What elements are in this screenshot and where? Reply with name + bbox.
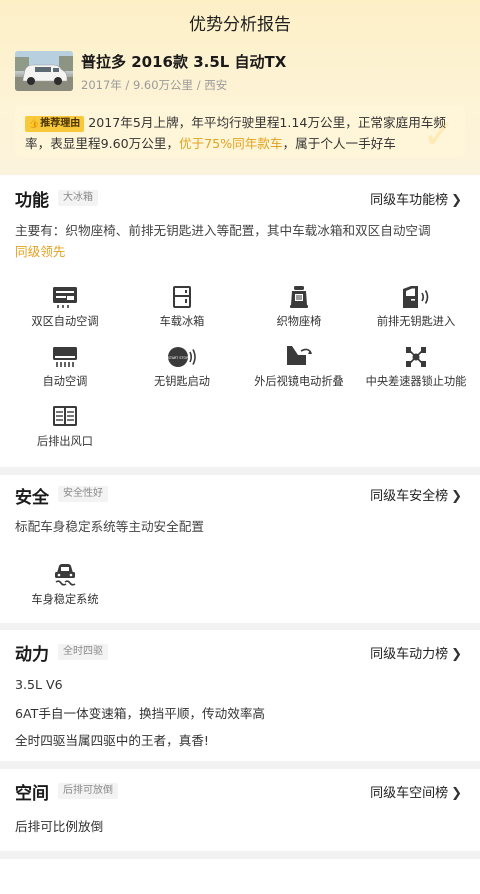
feature-label: 双区自动空调 (31, 315, 99, 328)
feature-label: 车载冰箱 (159, 315, 205, 328)
dual-zone-ac-icon (53, 287, 77, 308)
fabric-seat-icon (290, 286, 308, 308)
function-desc-text: 主要有：织物座椅、前排无钥匙进入等配置，其中车载冰箱和双区自动空调 (15, 223, 431, 238)
chevron-right-icon: ❯ (451, 647, 462, 662)
feature-label: 自动空调 (42, 375, 88, 388)
safety-title: 安全 (15, 488, 49, 508)
chevron-right-icon: ❯ (451, 489, 462, 504)
space-rank-link[interactable]: 同级车空间榜 ❯ (370, 782, 462, 801)
space-badge: 后排可放倒 (58, 783, 118, 799)
car-thumbnail[interactable] (15, 51, 73, 91)
safety-badge: 安全性好 (58, 486, 108, 502)
feature-label: 中央差速器锁止功能 (365, 375, 467, 388)
feature-label: 车身稳定系统 (31, 593, 99, 606)
keyless-start-text: START STOP (168, 356, 188, 360)
power-engine: 3.5L V6 (15, 677, 63, 692)
feature-auto-ac: 自动空调 (5, 345, 125, 389)
next-card (0, 859, 480, 894)
recommend-reason-tag: 👍推荐理由 (25, 116, 85, 132)
safety-rank-link[interactable]: 同级车安全榜 ❯ (370, 485, 462, 504)
feature-car-fridge: 车载冰箱 (122, 285, 242, 329)
power-badge: 全时四驱 (58, 644, 108, 660)
thumbs-up-icon: 👍 (28, 119, 40, 129)
auto-ac-icon (53, 347, 77, 367)
power-rank-link[interactable]: 同级车动力榜 ❯ (370, 643, 462, 662)
rear-vent-icon (53, 406, 77, 426)
feature-label: 前排无钥匙进入 (376, 315, 456, 328)
function-rank-link-label: 同级车功能榜 (370, 193, 449, 208)
keyless-entry-icon (403, 286, 429, 308)
safety-rank-link-label: 同级车安全榜 (370, 489, 449, 504)
feature-label: 织物座椅 (276, 315, 322, 328)
power-transmission: 6AT手自一体变速箱，换挡平顺，传动效率高 (15, 706, 266, 721)
function-card: 功能 大冰箱 同级车功能榜 ❯ 主要有：织物座椅、前排无钥匙进入等配置，其中车载冰… (0, 175, 480, 467)
chevron-right-icon: ❯ (451, 193, 462, 208)
feature-label: 后排出风口 (37, 435, 93, 448)
recommend-reason-tag-label: 推荐理由 (40, 118, 81, 129)
space-rank-link-label: 同级车空间榜 (370, 786, 449, 801)
reason-highlight: 优于75%同年款车 (178, 136, 283, 151)
power-drivetrain: 全时四驱当属四驱中的王者，真香! (15, 733, 209, 748)
feature-label: 无钥匙启动 (154, 375, 210, 388)
car-meta: 2017年 / 9.60万公里 / 西安 (81, 78, 228, 92)
safety-desc: 标配车身稳定系统等主动安全配置 (15, 519, 204, 534)
car-fridge-icon (173, 286, 191, 308)
power-card: 动力 全时四驱 同级车动力榜 ❯ 3.5L V6 6AT手自一体变速箱，换挡平顺，… (0, 630, 480, 761)
recommend-reason-text: 👍推荐理由 2017年5月上牌，年平均行驶里程1.14万公里，正常家庭用车频率，表… (25, 112, 461, 154)
safety-card: 安全 安全性好 同级车安全榜 ❯ 标配车身稳定系统等主动安全配置 车身稳定系统 (0, 475, 480, 623)
feature-power-fold-mirror: 外后视镜电动折叠 (239, 345, 359, 389)
car-photo-icon (15, 51, 73, 91)
chevron-right-icon: ❯ (451, 786, 462, 801)
feature-keyless-start: START STOP 无钥匙启动 (122, 345, 242, 389)
feature-fabric-seat: 织物座椅 (239, 285, 359, 329)
function-badge: 大冰箱 (58, 190, 98, 206)
power-rank-link-label: 同级车动力榜 (370, 647, 449, 662)
feature-esp: 车身稳定系统 (5, 561, 125, 607)
space-desc: 后排可比例放倒 (15, 819, 104, 834)
space-card: 空间 后排可放倒 同级车空间榜 ❯ 后排可比例放倒 (0, 769, 480, 851)
center-diff-lock-icon (406, 347, 426, 367)
feature-center-diff-lock: 中央差速器锁止功能 (356, 345, 476, 389)
reason-text-after: ，属于个人一手好车 (282, 136, 396, 151)
recommend-reason-box: ✓ 👍推荐理由 2017年5月上牌，年平均行驶里程1.14万公里，正常家庭用车频率… (15, 105, 465, 157)
function-lead-text: 同级领先 (15, 244, 66, 259)
report-header: 优势分析报告 普拉多 2016款 3.5L 自动TX 2017年 / 9.60万… (0, 0, 480, 176)
keyless-start-icon: START STOP (168, 347, 196, 367)
function-rank-link[interactable]: 同级车功能榜 ❯ (370, 189, 462, 208)
power-fold-mirror-icon (287, 346, 312, 365)
feature-rear-vent: 后排出风口 (5, 405, 125, 449)
space-title: 空间 (15, 784, 49, 804)
esp-icon (55, 564, 76, 586)
function-title: 功能 (15, 191, 49, 211)
feature-label: 外后视镜电动折叠 (254, 375, 344, 388)
power-title: 动力 (15, 645, 49, 665)
page-title: 优势分析报告 (189, 15, 291, 35)
function-desc: 主要有：织物座椅、前排无钥匙进入等配置，其中车载冰箱和双区自动空调 同级领先 (15, 220, 467, 262)
car-title: 普拉多 2016款 3.5L 自动TX (81, 53, 287, 71)
feature-keyless-entry: 前排无钥匙进入 (356, 285, 476, 329)
feature-dual-zone-ac: 双区自动空调 (5, 285, 125, 329)
